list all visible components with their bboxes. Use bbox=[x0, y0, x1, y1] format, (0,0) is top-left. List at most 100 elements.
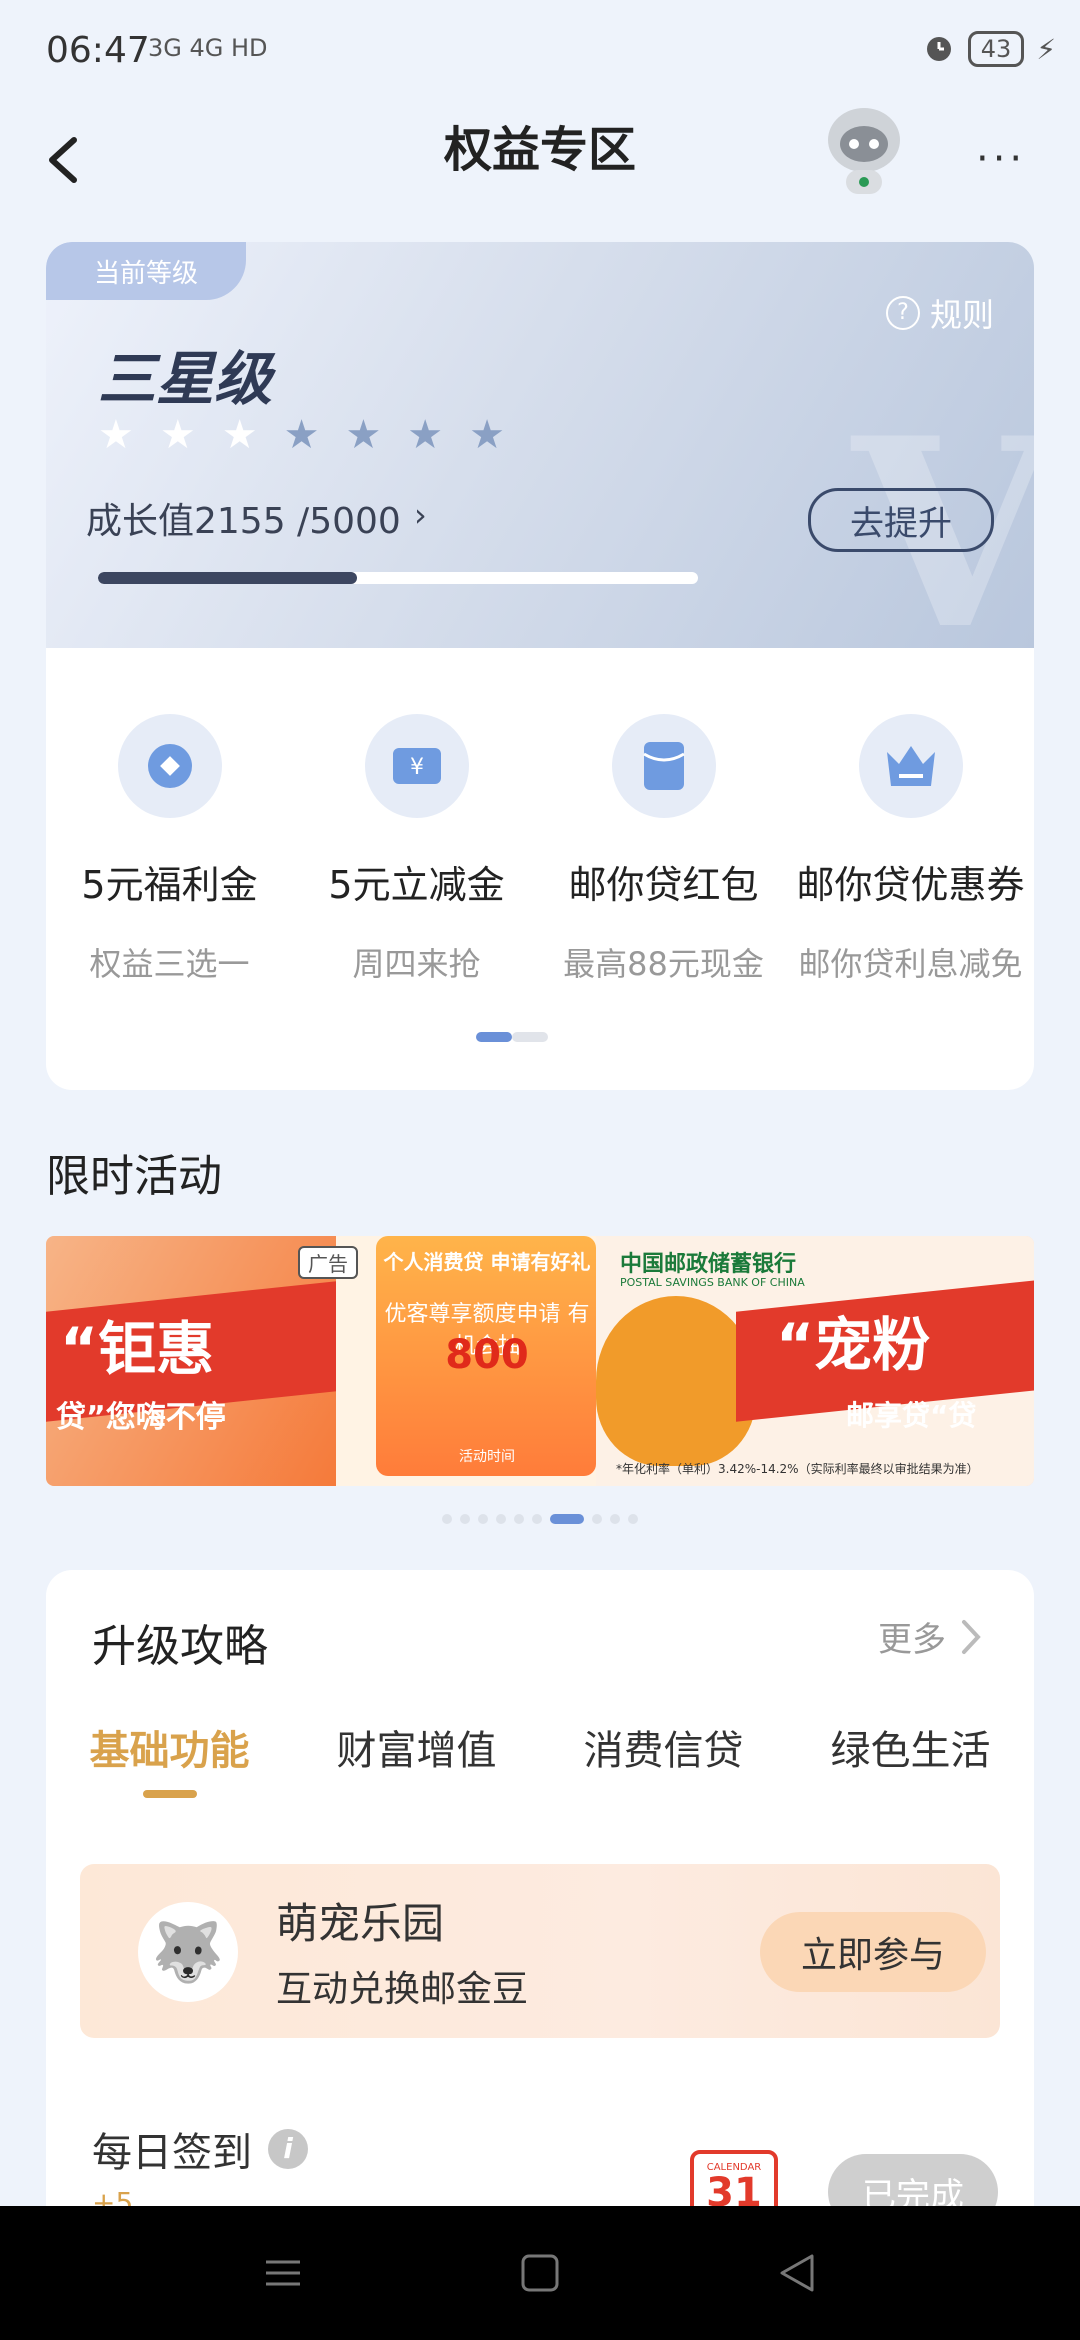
tab-credit[interactable]: 消费信贷 bbox=[540, 1718, 787, 1776]
tree-illustration bbox=[596, 1296, 756, 1466]
current-level-tag: 当前等级 bbox=[46, 242, 246, 300]
back-triangle-icon bbox=[780, 2254, 814, 2292]
svg-text:¥: ¥ bbox=[410, 755, 424, 780]
page-dot-active bbox=[476, 1032, 512, 1042]
page-dot bbox=[496, 1514, 506, 1524]
upgrade-guide-title: 升级攻略 bbox=[92, 1621, 268, 1672]
husky-avatar-icon: 🐺 bbox=[138, 1902, 238, 2002]
benefit-subtitle: 最高88元现金 bbox=[563, 945, 764, 983]
tab-basic[interactable]: 基础功能 bbox=[46, 1718, 293, 1798]
page-dot-active bbox=[550, 1514, 584, 1524]
back-nav-button[interactable] bbox=[772, 2248, 822, 2298]
promo-line1: 个人消费贷 申请有好礼 bbox=[383, 1250, 591, 1274]
star-icon: ★ bbox=[469, 412, 506, 458]
benefit-title: 5元福利金 bbox=[81, 863, 258, 907]
menu-icon bbox=[266, 2260, 300, 2286]
coin-icon bbox=[117, 714, 222, 818]
growth-progress-fill bbox=[98, 572, 357, 584]
system-nav-bar bbox=[0, 2206, 1080, 2340]
app-header: 权益专区 ··· bbox=[0, 100, 1080, 220]
bank-logo-english: POSTAL SAVINGS BANK OF CHINA bbox=[620, 1276, 805, 1289]
rules-link[interactable]: ? 规则 bbox=[885, 290, 994, 336]
level-name: 三星级 bbox=[98, 345, 273, 413]
banner-right-note: *年化利率（单利）3.42%-14.2%（实际利率最终以审批结果为准） bbox=[616, 1462, 979, 1476]
page-dot bbox=[512, 1032, 548, 1042]
ad-tag: 广告 bbox=[298, 1246, 358, 1279]
page-dot bbox=[514, 1514, 524, 1524]
yuan-ticket-icon: ¥ bbox=[364, 714, 469, 818]
upgrade-button[interactable]: 去提升 bbox=[808, 488, 994, 552]
benefit-item[interactable]: 5元福利金 权益三选一 bbox=[46, 714, 293, 985]
more-options-button[interactable]: ··· bbox=[976, 136, 1026, 182]
home-nav-button[interactable] bbox=[515, 2248, 565, 2298]
benefit-subtitle: 周四来抢 bbox=[352, 945, 481, 983]
tab-green-life[interactable]: 绿色生活 bbox=[787, 1718, 1034, 1776]
pet-park-subtitle: 互动兑换邮金豆 bbox=[276, 1969, 529, 2010]
network-indicator: 3G 4G HD bbox=[148, 34, 268, 62]
banner-right-subtitle: 邮享贷“贷 bbox=[846, 1399, 977, 1432]
chevron-right-icon[interactable]: › bbox=[414, 496, 427, 534]
tab-wealth[interactable]: 财富增值 bbox=[293, 1718, 540, 1776]
benefit-item[interactable]: 邮你贷红包 最高88元现金 bbox=[540, 714, 787, 985]
join-now-button[interactable]: 立即参与 bbox=[760, 1912, 986, 1992]
star-icon: ★ bbox=[159, 412, 196, 458]
red-packet-icon bbox=[611, 714, 716, 818]
benefit-title: 邮你贷优惠券 bbox=[796, 863, 1025, 907]
page-dot bbox=[592, 1514, 602, 1524]
menu-nav-button[interactable] bbox=[258, 2248, 308, 2298]
banner-left-title: “钜惠 bbox=[60, 1315, 215, 1383]
banner-right[interactable]: 中国邮政储蓄银行 POSTAL SAVINGS BANK OF CHINA “宠… bbox=[596, 1236, 1034, 1486]
page-dot bbox=[532, 1514, 542, 1524]
pet-park-title: 萌宠乐园 bbox=[276, 1899, 445, 1948]
star-icon: ★ bbox=[221, 412, 258, 458]
alarm-icon bbox=[922, 30, 956, 68]
status-right: 43 ⚡ bbox=[922, 30, 1056, 68]
star-icon: ★ bbox=[98, 412, 134, 458]
star-icon: ★ bbox=[283, 412, 320, 458]
battery-indicator: 43 bbox=[967, 31, 1025, 67]
question-icon: ? bbox=[885, 296, 920, 330]
robot-mascot-icon[interactable] bbox=[816, 100, 912, 196]
benefit-item[interactable]: 邮你贷优惠券 邮你贷利息减免 bbox=[787, 714, 1034, 985]
benefit-title: 5元立减金 bbox=[328, 863, 505, 907]
page-dot bbox=[610, 1514, 620, 1524]
banner-right-title: “宠粉 bbox=[776, 1311, 931, 1379]
benefit-subtitle: 邮你贷利息减免 bbox=[798, 945, 1023, 983]
benefits-page-indicator bbox=[476, 1032, 548, 1042]
benefit-subtitle: 权益三选一 bbox=[89, 945, 250, 983]
upgrade-guide-panel: 升级攻略 更多 基础功能 财富增值 消费信贷 绿色生活 🐺 萌宠乐园 互动兑换邮… bbox=[46, 1570, 1034, 2248]
banner-middle[interactable]: 个人消费贷 申请有好礼 优客尊享额度申请 有机会抽 800 活动时间 bbox=[336, 1236, 596, 1486]
promo-time: 活动时间 bbox=[459, 1449, 515, 1465]
benefit-item[interactable]: ¥ 5元立减金 周四来抢 bbox=[293, 714, 540, 985]
more-label: 更多 bbox=[878, 1620, 946, 1660]
star-icon: ★ bbox=[407, 412, 444, 458]
activity-banner-carousel[interactable]: “钜惠 贷”您嗨不停 个人消费贷 申请有好礼 优客尊享额度申请 有机会抽 800… bbox=[46, 1236, 1034, 1486]
page-title: 权益专区 bbox=[443, 122, 636, 178]
rules-label: 规则 bbox=[929, 296, 994, 334]
star-icon: ★ bbox=[345, 412, 382, 458]
level-stars: ★ ★ ★ ★ ★ ★ ★ bbox=[98, 412, 505, 458]
guide-tabs: 基础功能 财富增值 消费信贷 绿色生活 bbox=[46, 1718, 1034, 1798]
limited-activities-title: 限时活动 bbox=[46, 1151, 222, 1202]
status-bar: 06:47 3G 4G HD 43 ⚡ bbox=[0, 0, 1080, 100]
promo-amount: 800 bbox=[445, 1332, 529, 1378]
level-card: V 当前等级 ? 规则 三星级 ★ ★ ★ ★ ★ ★ ★ 成长值2155 /5000 › … bbox=[46, 242, 1034, 648]
banner-left-subtitle: 贷”您嗨不停 bbox=[56, 1400, 226, 1435]
status-time: 06:47 bbox=[46, 30, 150, 71]
more-link[interactable]: 更多 bbox=[878, 1612, 982, 1661]
crown-icon bbox=[858, 714, 963, 818]
chevron-right-icon bbox=[962, 1619, 981, 1654]
page-dot bbox=[460, 1514, 470, 1524]
benefits-panel: 5元福利金 权益三选一 ¥ 5元立减金 周四来抢 邮你贷红包 最高88元现金 邮… bbox=[46, 648, 1034, 1090]
charging-icon: ⚡ bbox=[1036, 32, 1056, 66]
home-square-icon bbox=[521, 2254, 559, 2292]
page-dot bbox=[628, 1514, 638, 1524]
pet-park-card[interactable]: 🐺 萌宠乐园 互动兑换邮金豆 立即参与 bbox=[80, 1864, 1000, 2038]
growth-progress-bar bbox=[98, 572, 698, 584]
daily-checkin-title: 每日签到 bbox=[92, 2130, 252, 2176]
page-dot bbox=[478, 1514, 488, 1524]
info-icon[interactable]: i bbox=[268, 2129, 308, 2169]
banner-left[interactable]: “钜惠 贷”您嗨不停 bbox=[46, 1236, 346, 1486]
benefit-title: 邮你贷红包 bbox=[568, 863, 759, 907]
growth-value[interactable]: 成长值2155 /5000 bbox=[86, 492, 401, 544]
